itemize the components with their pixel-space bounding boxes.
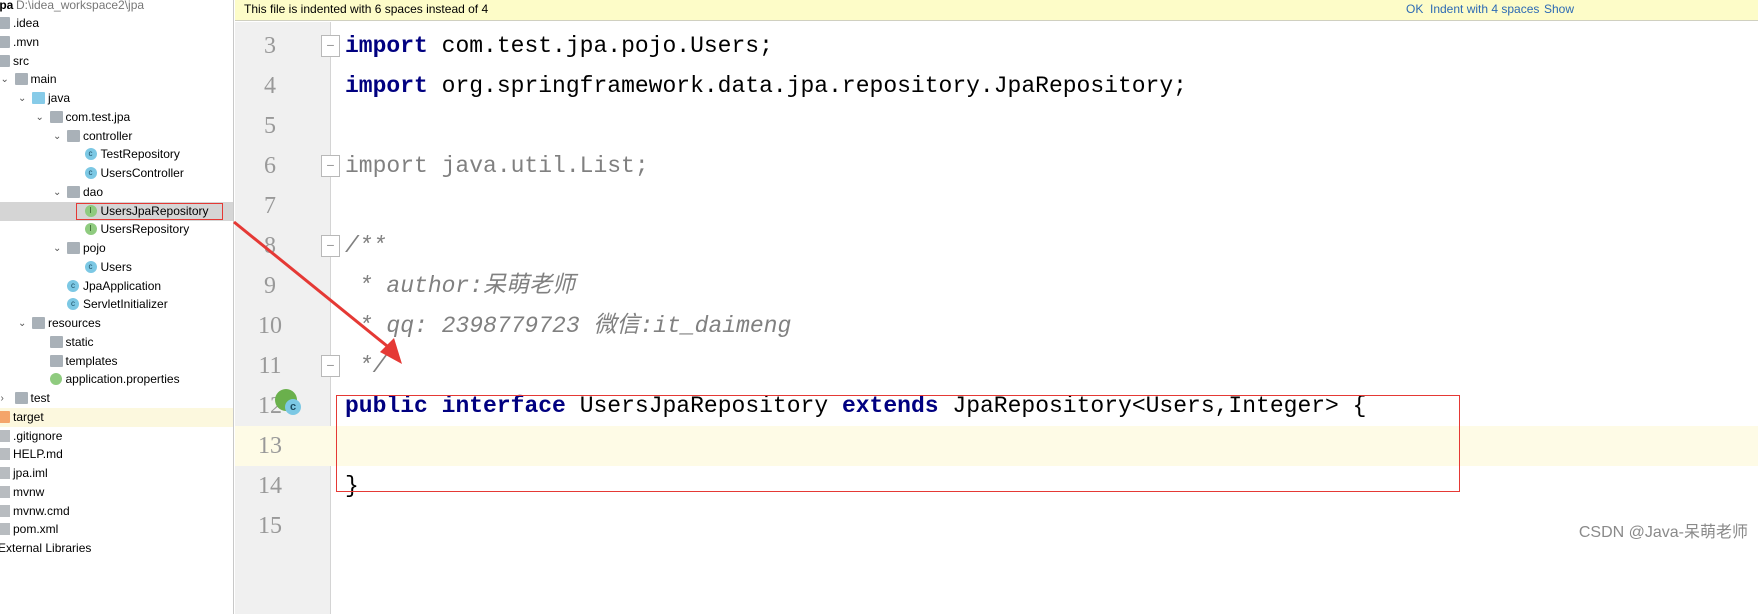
watermark: CSDN @Java-呆萌老师 [1578,524,1748,541]
annotation-arrow [233,220,402,364]
